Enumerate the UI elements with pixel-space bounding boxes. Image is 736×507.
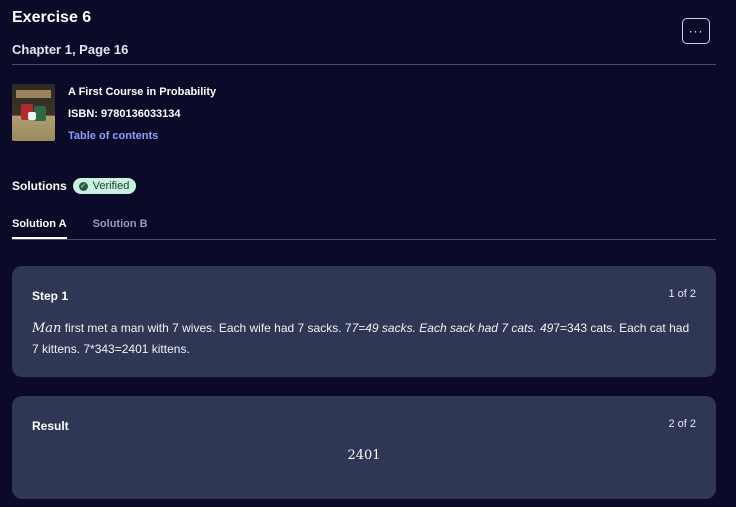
tabs-divider — [12, 239, 716, 240]
solutions-header: Solutions ✓ Verified — [12, 178, 137, 194]
step-count: 1 of 2 — [668, 288, 696, 300]
table-of-contents-link[interactable]: Table of contents — [68, 129, 216, 143]
book-section: A First Course in Probability ISBN: 9780… — [12, 84, 216, 151]
solutions-label: Solutions — [12, 179, 67, 193]
verified-badge-label: Verified — [92, 180, 130, 192]
book-title: A First Course in Probability — [68, 86, 217, 98]
tab-solution-a[interactable]: Solution A — [12, 217, 67, 239]
verified-badge: ✓ Verified — [72, 178, 137, 194]
result-value: 2401 — [347, 448, 381, 463]
step-label: Step 1 — [32, 289, 69, 303]
step-card: Step 1 1 of 2 Man first met a man with 7… — [12, 266, 716, 377]
result-label: Result — [32, 419, 69, 433]
result-card: Result 2 of 2 2401 — [12, 396, 716, 499]
step-text: Man first met a man with 7 wives. Each w… — [32, 318, 692, 360]
result-count: 2 of 2 — [668, 418, 696, 430]
solution-tabs: Solution A Solution B — [12, 217, 174, 239]
step-text-italic: 7=49 sacks. Each sack had 7 cats. 49 — [351, 321, 554, 335]
step-math-variable: Man — [32, 321, 62, 336]
more-icon: ··· — [688, 24, 704, 38]
more-options-button[interactable]: ··· — [682, 18, 710, 44]
check-badge-icon: ✓ — [78, 181, 88, 191]
book-isbn: ISBN: 9780136033134 — [68, 108, 181, 120]
page-title: Exercise 6 — [12, 9, 92, 26]
header-divider — [12, 64, 716, 65]
tab-solution-b[interactable]: Solution B — [93, 217, 148, 239]
exercise-header: Exercise 6 Chapter 1, Page 16 — [12, 8, 128, 58]
step-text-part1: first met a man with 7 wives. Each wife … — [61, 321, 352, 335]
book-cover-image[interactable] — [12, 84, 55, 141]
page-subtitle: Chapter 1, Page 16 — [12, 42, 129, 57]
